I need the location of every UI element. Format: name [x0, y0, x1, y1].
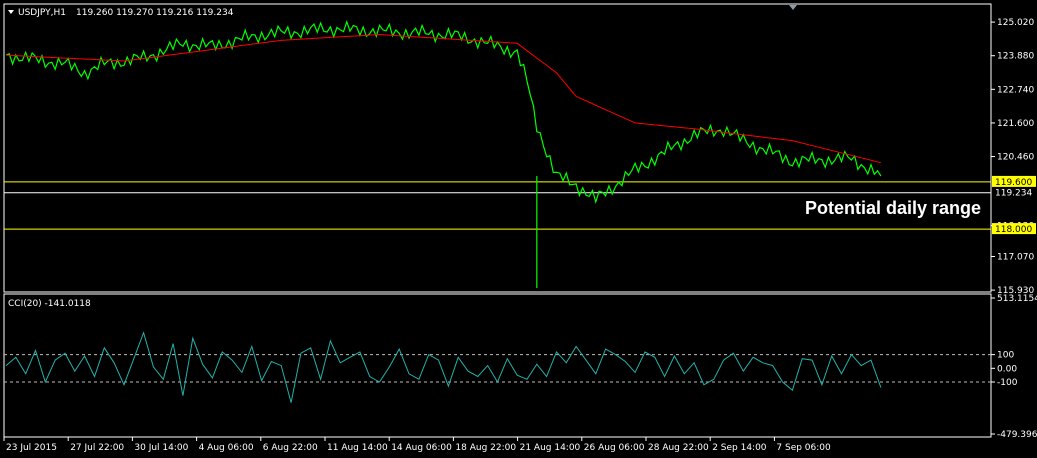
time-tick-label: 7 Sep 06:00 — [776, 443, 831, 453]
ohlc-readout: 119.260 119.270 119.216 119.234 — [76, 8, 234, 18]
cci-tick-label: -100 — [997, 378, 1018, 388]
time-tick-label: 26 Aug 06:00 — [584, 443, 645, 453]
chart-shift-marker-icon[interactable] — [789, 5, 797, 10]
time-tick-label: 6 Aug 22:00 — [263, 443, 318, 453]
time-tick-label: 30 Jul 14:00 — [134, 443, 188, 453]
price-axis: 125.020123.880122.740121.600120.460118.1… — [991, 18, 1034, 296]
time-tick-label: 18 Aug 22:00 — [455, 443, 516, 453]
level-label: 118.000 — [995, 225, 1032, 235]
cci-axis: 513.1154 100 0.00 -100 -479.3968 — [991, 294, 1037, 440]
price-series — [5, 19, 882, 289]
time-tick-label: 14 Aug 06:00 — [391, 443, 452, 453]
level-label: 119.234 — [995, 189, 1032, 199]
cci-tick-label: 0.00 — [997, 364, 1017, 374]
time-tick-label: 23 Jul 2015 — [6, 443, 57, 453]
price-line — [5, 19, 882, 204]
triangle-down-icon[interactable] — [8, 10, 14, 14]
price-tick-label: 122.740 — [997, 85, 1034, 95]
level-label: 119.600 — [995, 178, 1032, 188]
price-tick-label: 125.020 — [997, 18, 1034, 28]
cci-levels — [4, 354, 991, 383]
cci-line — [5, 331, 882, 403]
cci-tick-label: 513.1154 — [997, 294, 1037, 304]
cci-series — [5, 331, 882, 403]
cci-tick-label: -479.3968 — [997, 430, 1037, 440]
time-tick-label: 2 Sep 14:00 — [712, 443, 767, 453]
time-tick-label: 21 Aug 14:00 — [520, 443, 581, 453]
main-chart-frame — [3, 3, 992, 293]
price-tick-label: 117.070 — [997, 253, 1034, 263]
time-tick-label: 27 Jul 22:00 — [70, 443, 124, 453]
time-tick-label: 28 Aug 22:00 — [648, 443, 709, 453]
symbol-timeframe: USDJPY,H1 — [18, 8, 66, 18]
time-tick-label: 11 Aug 14:00 — [327, 443, 388, 453]
chart-canvas[interactable]: USDJPY,H1 119.260 119.270 119.216 119.23… — [0, 0, 1037, 458]
level-price-labels: 119.600119.234 118.000 — [992, 175, 1036, 235]
cci-tick-label: 100 — [997, 351, 1014, 361]
price-tick-label: 121.600 — [997, 119, 1034, 129]
time-axis: 23 Jul 2015 27 Jul 22:00 30 Jul 14:00 4 Aug… — [3, 437, 831, 453]
moving-average-line — [5, 33, 882, 164]
price-tick-label: 120.460 — [997, 153, 1034, 163]
cci-panel-frame — [3, 293, 992, 438]
range-annotation: Potential daily range — [805, 198, 981, 218]
time-tick-label: 4 Aug 06:00 — [199, 443, 254, 453]
price-tick-label: 123.880 — [997, 52, 1034, 62]
cci-label: CCI(20) -141.0118 — [8, 299, 91, 309]
